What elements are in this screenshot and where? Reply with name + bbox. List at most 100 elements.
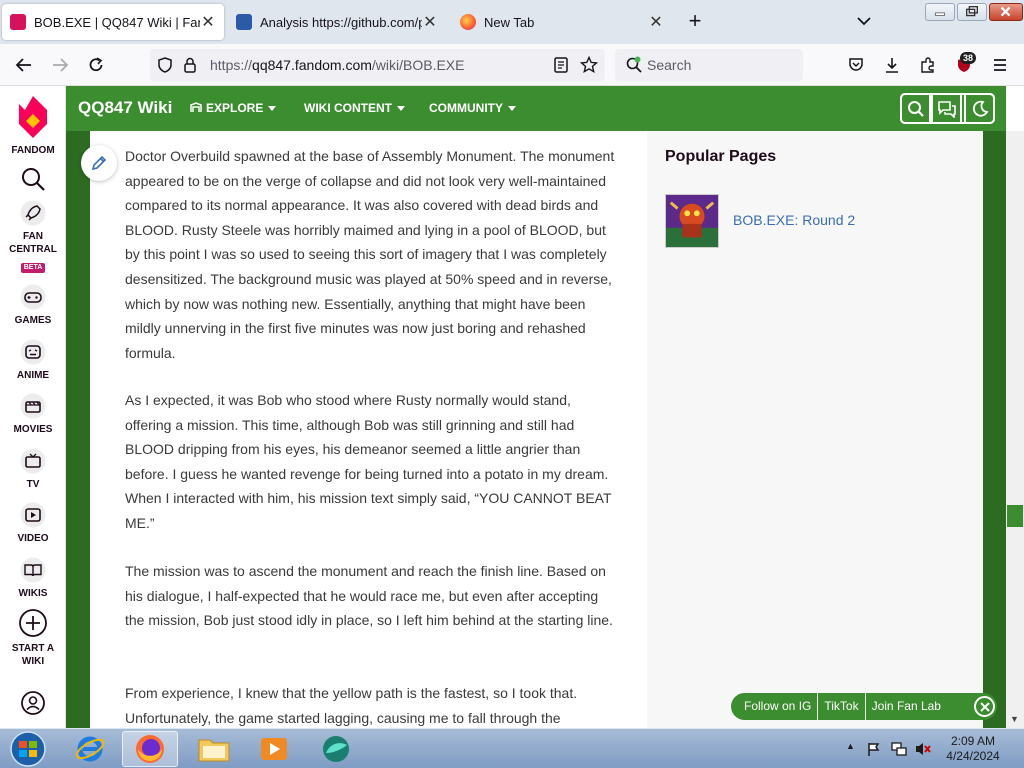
tab-title: Analysis https://github.com/pa (260, 14, 422, 30)
popular-page-thumbnail[interactable] (665, 194, 719, 248)
download-icon (886, 58, 898, 73)
follow-ig-button[interactable]: Follow on IG (738, 693, 817, 720)
rail-item-movies[interactable]: MOVIES (0, 393, 66, 436)
tray-expand-icon[interactable]: ▲ (846, 741, 855, 751)
popular-page-link[interactable]: BOB.EXE: Round 2 (733, 212, 855, 228)
volume-muted-icon[interactable] (914, 741, 932, 757)
taskbar-clock[interactable]: 2:09 AM 4/24/2024 (938, 734, 1008, 764)
forward-button[interactable] (48, 53, 72, 77)
arrow-right-icon (53, 58, 69, 72)
search-bar[interactable]: Search (615, 49, 803, 81)
rail-item-wikis[interactable]: WIKIS (0, 557, 66, 600)
rail-label: TV (26, 479, 40, 490)
rail-item-anime[interactable]: ANIME (0, 339, 66, 382)
restore-button[interactable] (957, 3, 987, 21)
rail-item-games[interactable]: GAMES (0, 284, 66, 327)
taskbar-file-explorer[interactable] (186, 731, 242, 767)
clock-time: 2:09 AM (950, 734, 996, 748)
search-input[interactable]: Search (647, 57, 691, 73)
rail-label: MOVIES (13, 424, 53, 435)
reload-button[interactable] (84, 53, 108, 77)
tab-new-tab[interactable]: New Tab ✕ (452, 4, 672, 40)
search-icon (22, 168, 45, 191)
fandom-search-button[interactable] (0, 166, 66, 196)
fandom-global-nav: FANDOM FAN CENTRAL BETA GAMES ANIME MOVI… (0, 86, 66, 728)
account-button[interactable] (0, 690, 66, 720)
rail-item-video[interactable]: VIDEO (0, 502, 66, 545)
address-bar[interactable]: https://qq847.fandom.com/wiki/BOB.EXE (150, 49, 605, 81)
lock-icon[interactable] (182, 56, 198, 74)
extensions-button[interactable] (916, 53, 940, 77)
action-center-flag-icon[interactable] (866, 741, 882, 757)
menu-button[interactable] (988, 53, 1012, 77)
pocket-button[interactable] (844, 53, 868, 77)
edit-button[interactable] (81, 145, 117, 181)
explore-icon (190, 102, 202, 112)
close-tab-icon[interactable]: ✕ (422, 12, 438, 32)
network-icon[interactable] (890, 741, 908, 757)
wiki-title[interactable]: QQ847 Wiki (78, 98, 172, 118)
start-button[interactable] (0, 731, 56, 767)
fandom-logo-label: FANDOM (11, 145, 55, 156)
new-tab-button[interactable]: + (684, 10, 706, 32)
close-tab-icon[interactable]: ✕ (200, 12, 216, 32)
search-engine-icon[interactable] (625, 56, 643, 74)
tab-title: New Tab (484, 14, 535, 30)
fandom-logo-link[interactable]: FANDOM (0, 94, 66, 157)
url-host: qq847.fandom.com (252, 57, 372, 73)
puzzle-icon (921, 57, 934, 73)
close-tab-icon[interactable]: ✕ (648, 12, 664, 32)
tab-analysis[interactable]: Analysis https://github.com/pa ✕ (228, 4, 446, 40)
social-bar-close-button[interactable] (974, 696, 995, 717)
rail-item-fan-central[interactable]: FAN CENTRAL BETA (0, 200, 66, 274)
clock-date: 4/24/2024 (946, 749, 1000, 763)
nav-explore-label: EXPLORE (206, 101, 264, 115)
bookmark-star-icon[interactable] (580, 56, 598, 74)
scroll-down-arrow-icon[interactable]: ▼ (1010, 714, 1019, 724)
tiktok-button[interactable]: TikTok (818, 693, 864, 720)
media-player-icon (261, 738, 287, 760)
taskbar-internet-explorer[interactable] (62, 731, 118, 767)
tab-title: BOB.EXE | QQ847 Wiki | Fandom (34, 14, 200, 30)
divider (864, 693, 866, 720)
wiki-search-button[interactable] (900, 93, 931, 124)
caret-down-icon (268, 106, 277, 112)
gamepad-icon (20, 284, 46, 310)
taskbar-firefox[interactable] (122, 731, 178, 767)
popular-pages-title: Popular Pages (665, 148, 777, 165)
rail-label: VIDEO (17, 533, 49, 544)
window-close-button[interactable] (989, 3, 1023, 21)
nav-wiki-content[interactable]: WIKI CONTENT (304, 101, 405, 115)
page-scrollbar[interactable] (1006, 131, 1024, 728)
caret-down-icon (397, 106, 405, 112)
theme-toggle-button[interactable] (964, 93, 995, 124)
clapperboard-icon (20, 393, 46, 419)
scrollbar-thumb[interactable] (1007, 505, 1023, 527)
article-paragraph: From experience, I knew that the yellow … (125, 685, 578, 726)
folder-icon (198, 739, 230, 762)
back-button[interactable] (12, 53, 36, 77)
tab-bob-exe[interactable]: BOB.EXE | QQ847 Wiki | Fandom ✕ (2, 4, 224, 40)
rail-label: GAMES (14, 315, 52, 326)
join-fan-lab-button[interactable]: Join Fan Lab (866, 693, 947, 720)
extension-count-badge: 38 (960, 52, 977, 64)
url-text[interactable]: https://qq847.fandom.com/wiki/BOB.EXE (210, 57, 464, 73)
firefox-icon (136, 735, 164, 763)
browser-tab-bar: BOB.EXE | QQ847 Wiki | Fandom ✕ Analysis… (0, 0, 1024, 44)
discussions-button[interactable] (931, 93, 962, 124)
taskbar-media-player[interactable] (246, 731, 302, 767)
taskbar-app[interactable] (308, 731, 364, 767)
downloads-button[interactable] (880, 53, 904, 77)
browser-toolbar: https://qq847.fandom.com/wiki/BOB.EXE Se… (0, 44, 1024, 86)
rail-item-tv[interactable]: TV (0, 448, 66, 491)
rail-label: START A (11, 643, 55, 654)
nav-explore[interactable]: EXPLORE (190, 101, 277, 115)
rail-item-start-a-wiki[interactable]: START A WIKI (0, 608, 66, 668)
minimize-button[interactable] (925, 3, 955, 21)
rail-label: WIKIS (18, 588, 48, 599)
reader-view-icon[interactable] (553, 56, 569, 74)
rail-label: CENTRAL (9, 244, 57, 255)
shield-icon[interactable] (156, 56, 174, 74)
chevron-down-icon[interactable] (855, 12, 873, 30)
nav-community[interactable]: COMMUNITY (429, 101, 516, 115)
